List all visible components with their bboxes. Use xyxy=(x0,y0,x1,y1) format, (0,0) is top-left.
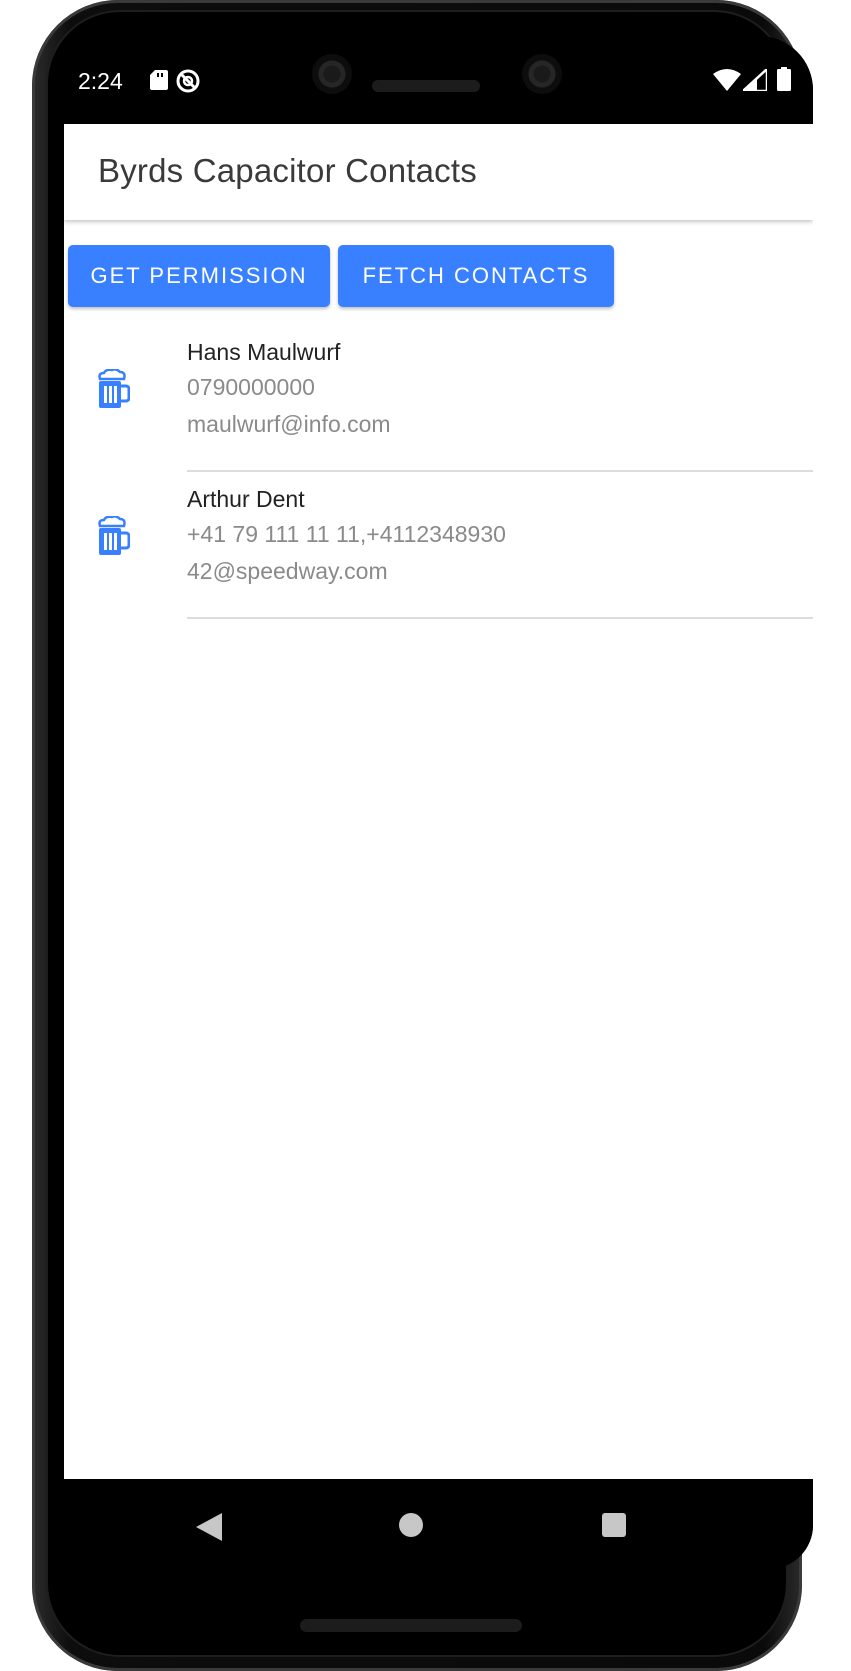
list-item[interactable]: Arthur Dent +41 79 111 11 11,+4112348930… xyxy=(64,476,813,623)
contact-name: Arthur Dent xyxy=(187,486,305,512)
home-icon[interactable] xyxy=(399,1513,423,1537)
beer-mug-icon xyxy=(98,369,130,408)
app-toolbar: Byrds Capacitor Contacts xyxy=(64,124,813,220)
contact-email: maulwurf@info.com xyxy=(187,411,391,437)
contact-phone: +41 79 111 11 11,+4112348930 xyxy=(187,521,506,547)
get-permission-button[interactable]: GET PERMISSION xyxy=(68,245,330,307)
status-time: 2:24 xyxy=(78,68,123,94)
device-screen: 2:24 Byrds Capacitor Contacts GET PERMIS… xyxy=(64,36,813,1569)
fetch-contacts-button[interactable]: FETCH CONTACTS xyxy=(338,245,614,307)
wifi-icon xyxy=(713,69,741,91)
front-camera-icon xyxy=(312,54,352,94)
back-icon[interactable] xyxy=(196,1513,222,1541)
no-disturb-icon xyxy=(176,69,200,93)
recents-icon[interactable] xyxy=(602,1513,626,1537)
contacts-list: Hans Maulwurf 0790000000 maulwurf@info.c… xyxy=(64,329,813,623)
contact-phone: 0790000000 xyxy=(187,374,315,400)
contact-name: Hans Maulwurf xyxy=(187,339,341,365)
bottom-speaker xyxy=(300,1619,522,1632)
camera-notch xyxy=(302,36,578,106)
front-camera-icon xyxy=(522,54,562,94)
page-title: Byrds Capacitor Contacts xyxy=(98,152,477,189)
app-content: Byrds Capacitor Contacts GET PERMISSION … xyxy=(64,124,813,1479)
list-item[interactable]: Hans Maulwurf 0790000000 maulwurf@info.c… xyxy=(64,329,813,476)
beer-mug-icon xyxy=(98,516,130,555)
battery-icon xyxy=(777,67,791,91)
contact-details: Hans Maulwurf 0790000000 maulwurf@info.c… xyxy=(187,334,813,472)
earpiece-speaker xyxy=(372,80,480,92)
sd-card-icon xyxy=(150,70,168,90)
navigation-bar xyxy=(64,1479,813,1569)
contact-details: Arthur Dent +41 79 111 11 11,+4112348930… xyxy=(187,481,813,619)
contact-email: 42@speedway.com xyxy=(187,558,388,584)
status-bar: 2:24 xyxy=(64,36,813,124)
cellular-signal-icon xyxy=(743,69,767,91)
